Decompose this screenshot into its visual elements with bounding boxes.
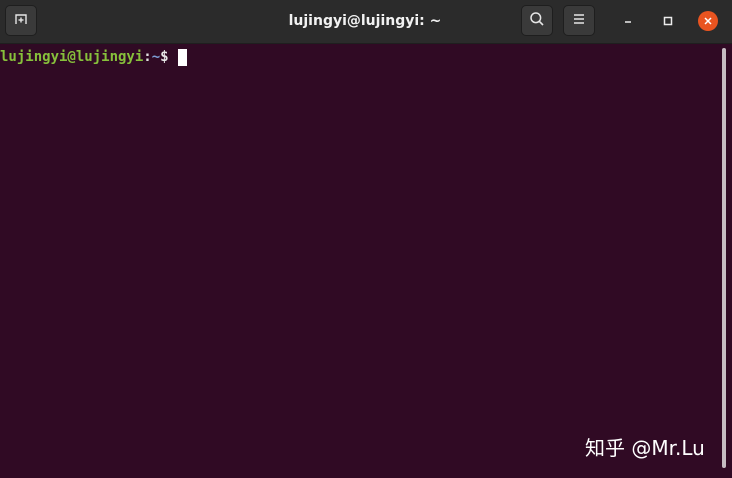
prompt-user-host: lujingyi@lujingyi [0,49,144,65]
terminal-window: lujingyi@lujingyi: ~ lujingyi@lujingyi:… [0,0,732,478]
maximize-icon [662,12,674,31]
prompt-line: lujingyi@lujingyi: ~ $ [0,48,187,66]
menu-button[interactable] [563,5,595,36]
scrollbar[interactable] [720,48,728,472]
prompt-path: ~ [151,49,161,65]
window-title: lujingyi@lujingyi: ~ [288,13,442,29]
new-tab-button[interactable] [5,5,37,36]
close-icon [698,11,718,31]
minimize-button[interactable] [617,10,639,32]
header-bar: lujingyi@lujingyi: ~ [0,0,732,44]
watermark: 知乎 @Mr.Lu [585,436,705,460]
new-tab-icon [13,11,29,31]
prompt-symbol: $ [160,49,169,65]
scrollbar-thumb[interactable] [722,48,726,468]
search-button[interactable] [521,5,553,36]
text-cursor [177,48,187,66]
terminal-area[interactable]: lujingyi@lujingyi: ~ $ [0,44,718,478]
minimize-icon [622,12,634,31]
close-button[interactable] [697,10,719,32]
maximize-button[interactable] [657,10,679,32]
search-icon [529,11,545,31]
prompt-separator: : [143,49,152,65]
hamburger-menu-icon [572,11,586,30]
